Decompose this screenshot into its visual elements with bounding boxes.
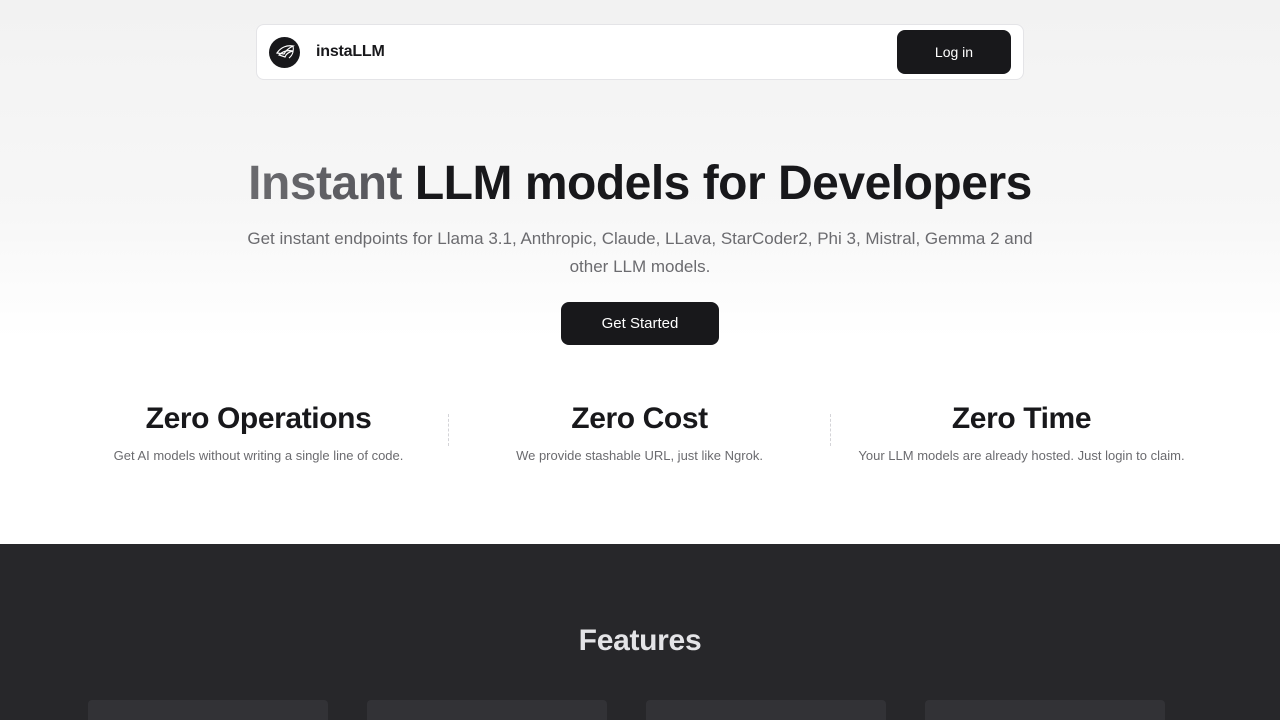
feature-card xyxy=(646,700,886,720)
stats-row: Zero Operations Get AI models without wr… xyxy=(68,398,1212,478)
feature-card xyxy=(88,700,328,720)
navbar: instaLLM Log in xyxy=(256,24,1024,80)
stat-title: Zero Time xyxy=(951,402,1092,435)
stat-title: Zero Operations xyxy=(145,402,372,435)
stat-description: We provide stashable URL, just like Ngro… xyxy=(516,448,763,463)
hero-title: Instant LLM models for Developers xyxy=(0,156,1280,211)
hero-subtitle: Get instant endpoints for Llama 3.1, Ant… xyxy=(247,229,1033,276)
stat-title: Zero Cost xyxy=(571,402,708,435)
feature-card xyxy=(367,700,607,720)
stat-zero-time: Zero Time Your LLM models are already ho… xyxy=(831,398,1212,463)
wing-logo-icon[interactable] xyxy=(269,36,300,68)
login-button[interactable]: Log in xyxy=(897,30,1011,74)
stat-description: Your LLM models are already hosted. Just… xyxy=(858,448,1185,463)
brand-name[interactable]: instaLLM xyxy=(316,43,385,61)
get-started-button[interactable]: Get Started xyxy=(561,302,719,345)
stat-zero-operations: Zero Operations Get AI models without wr… xyxy=(68,398,449,463)
hero-title-accent: Instant xyxy=(248,157,403,210)
stat-description: Get AI models without writing a single l… xyxy=(113,448,404,463)
features-title: Features xyxy=(578,624,702,657)
feature-card xyxy=(925,700,1165,720)
hero-title-rest: LLM models for Developers xyxy=(402,157,1032,210)
stat-zero-cost: Zero Cost We provide stashable URL, just… xyxy=(449,398,830,463)
features-section: Features xyxy=(0,544,1280,720)
